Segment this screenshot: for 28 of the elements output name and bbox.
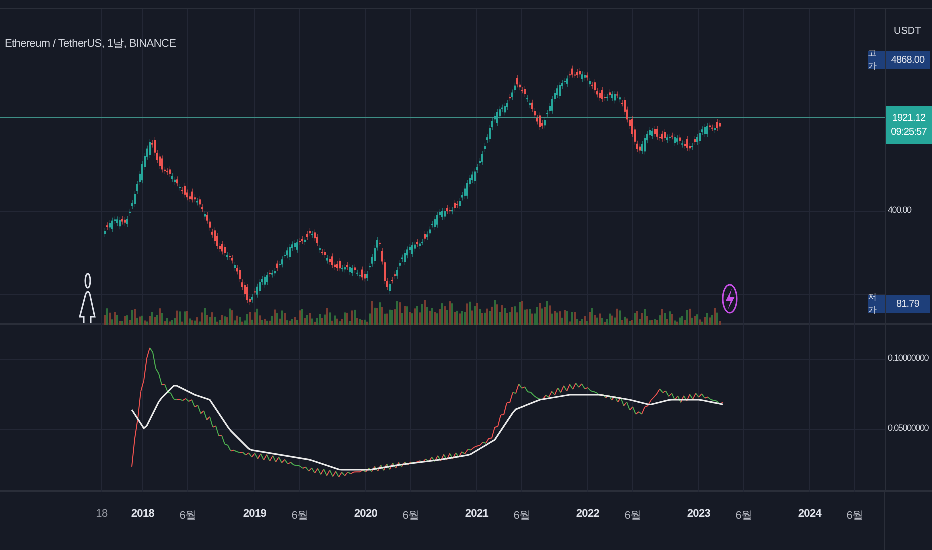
low-price-value: 81.79 bbox=[886, 295, 930, 313]
time-label: 2024 bbox=[798, 508, 822, 520]
time-label: 6월 bbox=[846, 509, 864, 523]
time-label: 2018 bbox=[131, 508, 155, 520]
chart-title: Ethereum / TetherUS, 1날, BINANCE bbox=[5, 37, 176, 51]
last-price: 1921.12 bbox=[892, 112, 926, 124]
lightning-icon[interactable] bbox=[722, 284, 738, 314]
time-label: 18 bbox=[96, 508, 108, 520]
low-price-tag: 저가 bbox=[868, 295, 885, 313]
time-label: 6월 bbox=[180, 509, 196, 523]
time-label: 2022 bbox=[576, 508, 600, 520]
indicator-tick: 0.10000000 bbox=[888, 353, 929, 363]
price-tick: 400.00 bbox=[888, 205, 912, 215]
time-label: 2020 bbox=[354, 508, 378, 520]
high-price-value: 4868.00 bbox=[886, 51, 930, 69]
time-label: 6월 bbox=[514, 509, 530, 523]
high-price-tag: 고가 bbox=[868, 51, 885, 69]
time-label: 2023 bbox=[687, 508, 711, 520]
time-label: 6월 bbox=[736, 509, 752, 523]
time-label: 6월 bbox=[292, 509, 308, 523]
currency-label: USDT bbox=[894, 26, 922, 37]
figure-icon[interactable] bbox=[79, 273, 96, 324]
time-label: 6월 bbox=[402, 509, 420, 523]
bar-countdown: 09:25:57 bbox=[891, 126, 927, 138]
indicator-tick: 0.05000000 bbox=[888, 423, 929, 433]
time-label: 2021 bbox=[465, 508, 489, 520]
time-label: 2019 bbox=[243, 508, 267, 520]
time-label: 6월 bbox=[624, 509, 642, 523]
